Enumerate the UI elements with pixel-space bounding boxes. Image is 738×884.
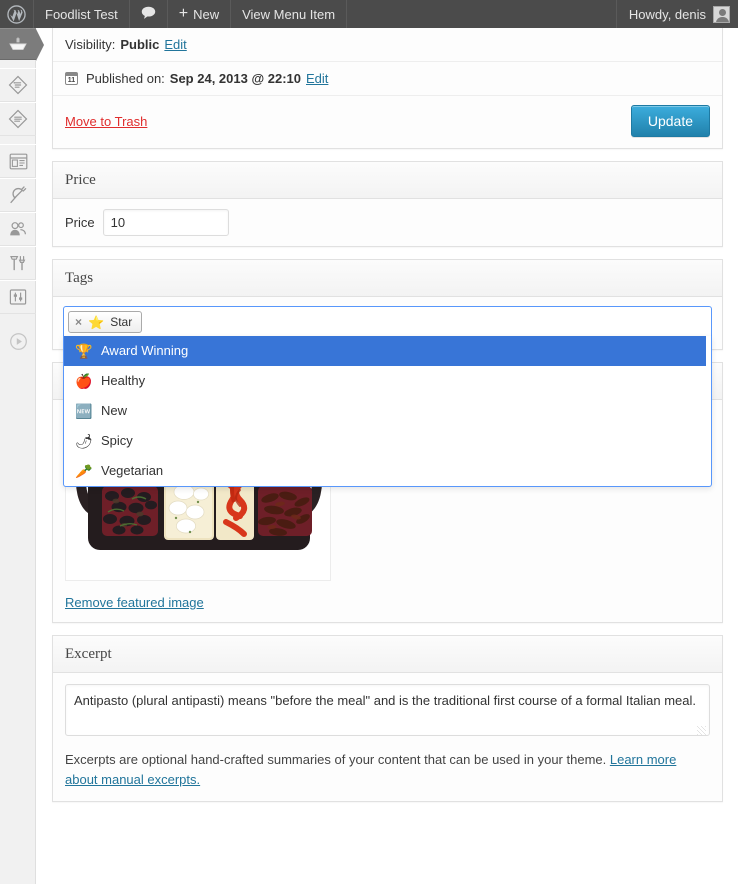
- update-button[interactable]: Update: [630, 105, 710, 137]
- excerpt-help-text: Excerpts are optional hand-crafted summa…: [65, 750, 685, 789]
- trophy-icon: 🏆: [75, 343, 93, 359]
- tag-token-label: Star: [110, 315, 133, 329]
- comments-button[interactable]: [130, 0, 168, 28]
- remove-featured-image-link[interactable]: Remove featured image: [65, 595, 204, 610]
- publish-actions: Move to Trash Update: [53, 96, 722, 148]
- sidebar-item-foodlist[interactable]: [0, 28, 44, 61]
- tags-panel-body: × ⭐ Star 🏆 Award Winning 🍎 Healthy 🆕 New…: [53, 297, 722, 487]
- resize-grip-icon[interactable]: [697, 726, 706, 735]
- excerpt-textarea[interactable]: Antipasto (plural antipasti) means "befo…: [65, 684, 710, 736]
- collapse-arrow-icon: [9, 332, 28, 351]
- tags-panel-title: Tags: [53, 260, 722, 297]
- diamond-lines-icon: [8, 75, 28, 95]
- account-menu[interactable]: Howdy, denis: [615, 0, 738, 28]
- admin-bar-spacer: [347, 0, 616, 28]
- tag-option-award-winning[interactable]: 🏆 Award Winning: [64, 336, 706, 366]
- carrot-icon: 🥕: [75, 463, 93, 479]
- price-field-label: Price: [65, 215, 95, 230]
- excerpt-panel-title: Excerpt: [53, 636, 722, 673]
- star-icon: ⭐: [88, 314, 105, 330]
- price-panel-body: Price: [53, 199, 722, 246]
- sidebar-item-plugins[interactable]: [0, 178, 36, 212]
- visibility-value: Public: [120, 37, 160, 52]
- site-title: Foodlist Test: [45, 6, 118, 22]
- sidebar-item-appearance[interactable]: [0, 144, 36, 178]
- apple-icon: 🍎: [75, 373, 93, 389]
- admin-sidebar: [0, 28, 44, 884]
- tag-option-spicy[interactable]: 🌶 Spicy: [64, 426, 711, 456]
- admin-bar: Foodlist Test + New View Menu Item Howdy…: [0, 0, 738, 28]
- calendar-icon: 11: [65, 72, 78, 85]
- view-menu-item-link[interactable]: View Menu Item: [231, 0, 348, 28]
- price-field-row: Price: [65, 209, 710, 236]
- published-label: Published on:: [86, 71, 165, 86]
- layout-icon: [9, 153, 28, 170]
- visibility-edit-link[interactable]: Edit: [164, 37, 186, 52]
- new-label: New: [193, 6, 220, 22]
- published-value: Sep 24, 2013 @ 22:10: [169, 71, 301, 86]
- tag-option-label: Spicy: [101, 433, 133, 448]
- wordpress-logo-button[interactable]: [0, 0, 34, 28]
- published-on-row: 11 Published on: Sep 24, 2013 @ 22:10 Ed…: [53, 62, 722, 96]
- excerpt-help-sentence: Excerpts are optional hand-crafted summa…: [65, 752, 610, 767]
- chili-pepper-icon: 🌶: [75, 433, 93, 449]
- howdy-label: Howdy, denis: [628, 6, 706, 22]
- sidebar-item-collapse-menu[interactable]: [0, 324, 36, 358]
- sidebar-item-settings[interactable]: [0, 280, 36, 314]
- price-panel: Price Price: [52, 161, 723, 247]
- tag-option-vegetarian[interactable]: 🥕 Vegetarian: [64, 456, 711, 486]
- main-content: Visibility: Public Edit 11 Published on:…: [37, 28, 738, 884]
- tags-panel: Tags × ⭐ Star 🏆 Award Winning 🍎 Healthy: [52, 259, 723, 487]
- users-icon: [8, 220, 28, 238]
- visibility-label: Visibility:: [65, 37, 116, 52]
- sidebar-item-tools[interactable]: [0, 246, 36, 280]
- tag-token-star[interactable]: × ⭐ Star: [68, 311, 143, 333]
- calendar-day: 11: [67, 77, 76, 84]
- wordpress-icon: [7, 4, 26, 24]
- sidebar-item-pages[interactable]: [0, 102, 36, 136]
- move-to-trash-link[interactable]: Move to Trash: [65, 114, 147, 129]
- sliders-icon: [8, 288, 28, 306]
- new-badge-icon: 🆕: [75, 403, 93, 419]
- close-icon[interactable]: ×: [75, 316, 82, 328]
- tag-option-label: Vegetarian: [101, 463, 164, 478]
- plus-icon: +: [178, 5, 189, 22]
- excerpt-panel: Excerpt Antipasto (plural antipasti) mea…: [52, 635, 723, 802]
- new-content-button[interactable]: + New: [168, 0, 232, 28]
- price-input[interactable]: [102, 209, 229, 236]
- comment-bubble-icon: [141, 6, 156, 23]
- price-panel-title: Price: [53, 162, 722, 199]
- publish-box: Visibility: Public Edit 11 Published on:…: [52, 28, 723, 149]
- tags-select-field[interactable]: × ⭐ Star 🏆 Award Winning 🍎 Healthy 🆕 New…: [63, 306, 712, 487]
- tags-dropdown: 🏆 Award Winning 🍎 Healthy 🆕 New 🌶 Spicy: [63, 336, 712, 487]
- site-name-menu[interactable]: Foodlist Test: [34, 0, 130, 28]
- published-edit-link[interactable]: Edit: [306, 71, 328, 86]
- sidebar-item-users[interactable]: [0, 212, 36, 246]
- tag-option-healthy[interactable]: 🍎 Healthy: [64, 366, 711, 396]
- diamond-lines-icon: [8, 109, 28, 129]
- sidebar-item-posts[interactable]: [0, 68, 36, 102]
- tag-option-label: New: [101, 403, 128, 418]
- plug-icon: [8, 185, 28, 205]
- tag-option-label: Award Winning: [101, 343, 189, 358]
- excerpt-textarea-wrap: Antipasto (plural antipasti) means "befo…: [65, 684, 710, 739]
- dish-icon: [8, 36, 28, 52]
- tag-option-label: Healthy: [101, 373, 146, 388]
- tag-option-new[interactable]: 🆕 New: [64, 396, 711, 426]
- hammer-wrench-icon: [8, 254, 28, 272]
- avatar: [713, 5, 730, 23]
- excerpt-panel-body: Antipasto (plural antipasti) means "befo…: [53, 673, 722, 801]
- visibility-row: Visibility: Public Edit: [53, 28, 722, 62]
- view-menu-item-label: View Menu Item: [242, 6, 336, 22]
